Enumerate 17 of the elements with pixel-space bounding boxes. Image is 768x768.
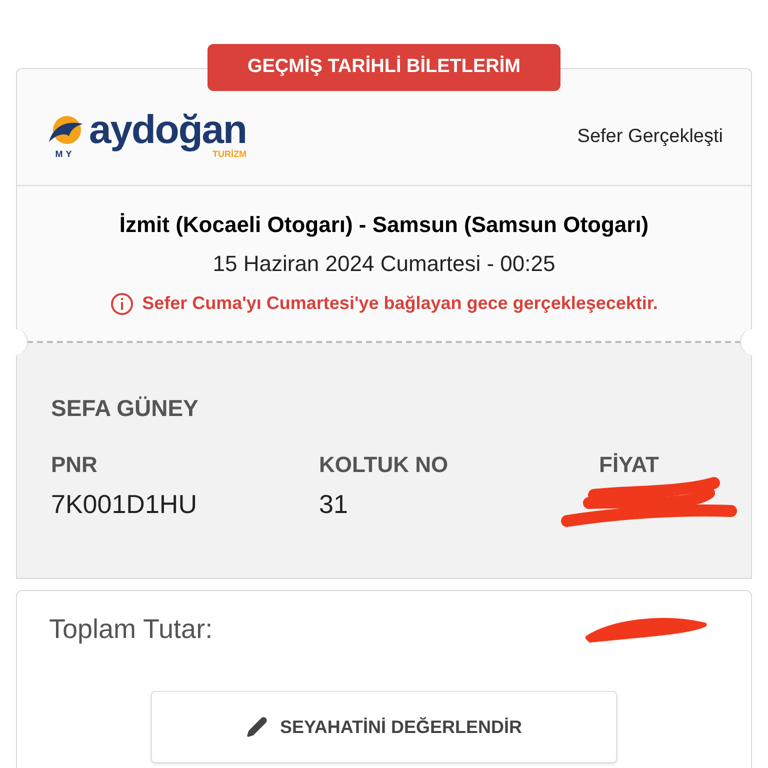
trip-status: Sefer Gerçekleşti (577, 124, 723, 149)
logo-prefix: MY (55, 148, 75, 162)
field-label: FİYAT (599, 450, 660, 478)
total-label: Toplam Tutar: (49, 612, 213, 646)
trip-date: 15 Haziran 2024 Cumartesi - 00:25 (212, 250, 556, 278)
info-icon (110, 292, 134, 316)
warning-text: Sefer Cuma'yı Cumartesi'ye bağlayan gece gerçekleşecektir. (142, 292, 658, 315)
route-title: İzmit (Kocaeli Otogarı) - Samsun (Samsun Otogarı) (119, 211, 649, 239)
logo-tagline: TURİZM (212, 149, 246, 162)
field-label: KOLTUK NO (319, 450, 450, 478)
rate-trip-button[interactable]: SEYAHATİNİ DEĞERLENDİR (151, 691, 617, 763)
field-value: 31 (319, 488, 349, 520)
field-label: PNR (51, 450, 98, 478)
field-value: 7K001D1HU (51, 488, 198, 520)
pencil-icon (246, 716, 268, 738)
page-badge: GEÇMİŞ TARİHLİ BİLETLERİM (207, 44, 561, 90)
passenger-name: SEFA GÜNEY (51, 394, 200, 423)
